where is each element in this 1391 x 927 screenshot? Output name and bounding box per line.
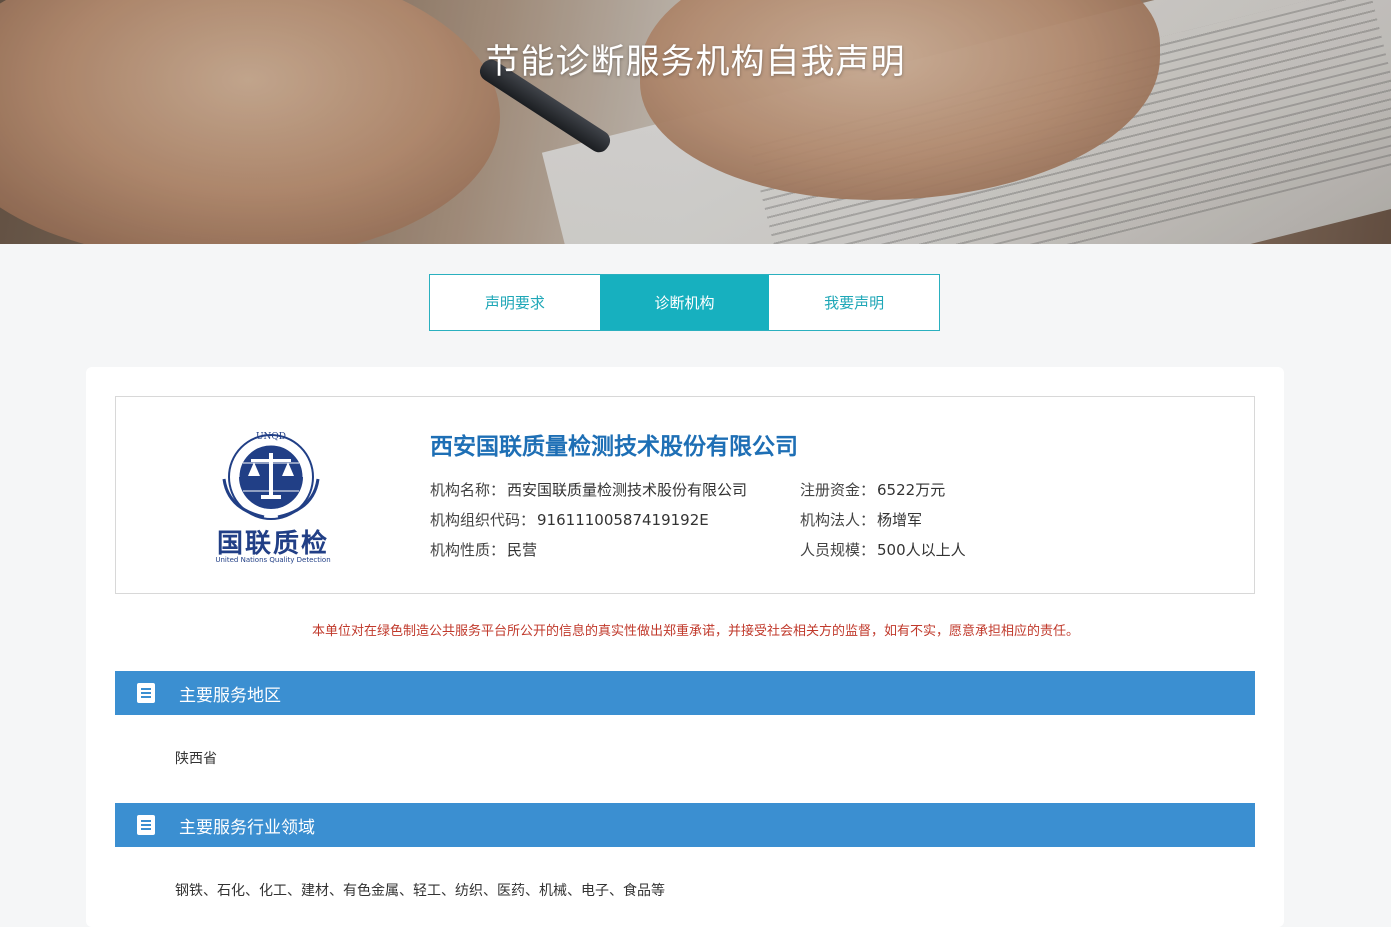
logo-subtext: United Nations Quality Detection xyxy=(215,556,331,564)
field-legal-person: 机构法人： 杨增军 xyxy=(800,511,923,529)
scales-emblem-icon: UNQD xyxy=(222,432,320,520)
svg-text:UNQD: UNQD xyxy=(256,432,286,442)
section-content-service-industries: 钢铁、石化、化工、建材、有色金属、轻工、纺织、医药、机械、电子、食品等 xyxy=(175,883,665,899)
document-icon xyxy=(137,815,155,835)
tab-diagnostic-institution[interactable]: 诊断机构 xyxy=(599,275,770,330)
logo-wordmark: 国联质检 xyxy=(216,529,329,559)
field-institution-nature: 机构性质： 民营 xyxy=(430,541,538,559)
field-registered-capital: 注册资金： 6522万元 xyxy=(800,481,946,499)
company-title: 西安国联质量检测技术股份有限公司 xyxy=(430,434,798,460)
tab-make-statement[interactable]: 我要声明 xyxy=(769,275,939,330)
section-content-service-region: 陕西省 xyxy=(175,751,217,767)
section-title: 主要服务行业领域 xyxy=(179,817,315,838)
company-card: UNQD 国联质检 United Nations Quality Detecti… xyxy=(115,396,1255,594)
company-logo: UNQD 国联质检 United Nations Quality Detecti… xyxy=(208,429,338,564)
tab-bar: 声明要求 诊断机构 我要声明 xyxy=(429,274,940,331)
section-header-service-region: 主要服务地区 xyxy=(115,671,1255,715)
tab-statement-requirements[interactable]: 声明要求 xyxy=(430,275,600,330)
section-header-service-industries: 主要服务行业领域 xyxy=(115,803,1255,847)
commitment-notice: 本单位对在绿色制造公共服务平台所公开的信息的真实性做出郑重承诺，并接受社会相关方… xyxy=(311,624,1079,639)
field-institution-name: 机构名称： 西安国联质量检测技术股份有限公司 xyxy=(430,481,748,499)
field-staff-scale: 人员规模： 500人以上人 xyxy=(800,541,966,559)
document-icon xyxy=(137,683,155,703)
field-org-code: 机构组织代码： 91611100587419192E xyxy=(430,511,709,529)
section-title: 主要服务地区 xyxy=(179,685,281,706)
page-title: 节能诊断服务机构自我声明 xyxy=(485,42,906,82)
